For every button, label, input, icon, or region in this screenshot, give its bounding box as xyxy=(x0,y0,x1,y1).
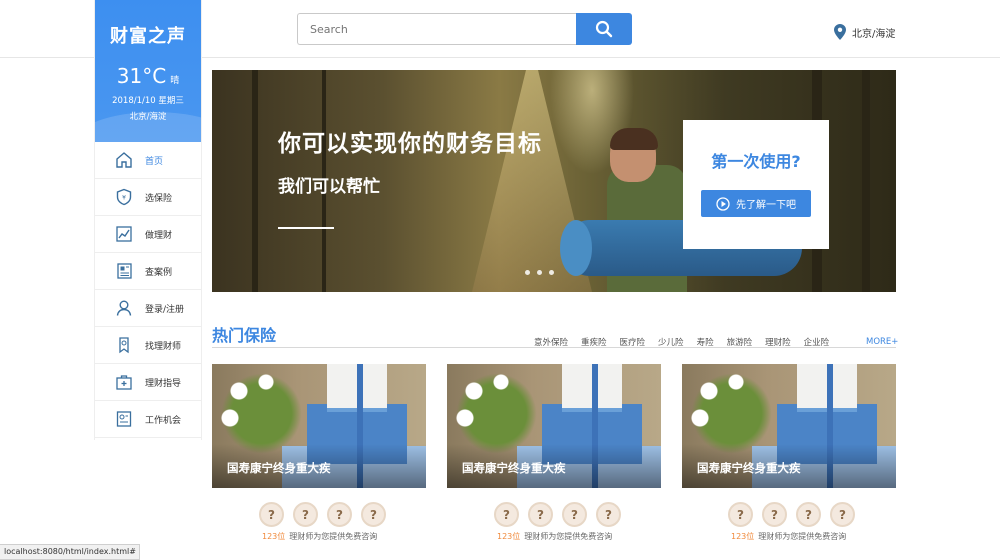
banner-tree xyxy=(862,70,870,292)
product-title: 国寿康宁终身重大疾 xyxy=(462,461,566,475)
sidebar-item-guidance[interactable]: 理财指导 xyxy=(95,364,201,401)
sidebar-item-login[interactable]: 登录/注册 xyxy=(95,290,201,327)
carousel-dot[interactable] xyxy=(537,270,542,275)
advisor-note: 123位 理财师为您提供免费咨询 xyxy=(731,531,846,542)
advisor-avatar[interactable]: ? xyxy=(327,502,352,527)
advisor-avatar[interactable]: ? xyxy=(830,502,855,527)
banner-tree xyxy=(252,70,258,292)
sidebar-item-label: 选保险 xyxy=(145,193,173,204)
carousel-dots xyxy=(525,270,554,275)
advisor-avatars: ? ? ? ? xyxy=(494,502,621,527)
sidebar-item-label: 找理财师 xyxy=(145,341,182,352)
sidebar-item-cases[interactable]: 查案例 xyxy=(95,253,201,290)
advisor-count: 123位 xyxy=(731,532,755,541)
shield-icon: ¥ xyxy=(115,188,133,206)
product-card[interactable]: 国寿康宁终身重大疾 xyxy=(212,364,426,488)
briefcase-icon xyxy=(115,373,133,391)
card-image-flowers xyxy=(682,364,772,454)
sidebar-item-label: 查案例 xyxy=(145,267,173,278)
sidebar-item-label: 理财指导 xyxy=(145,378,182,389)
section-title-hot-insurance: 热门保险 xyxy=(212,326,277,345)
carousel-dot[interactable] xyxy=(525,270,530,275)
card-image-flowers xyxy=(447,364,537,454)
card-image-flowers xyxy=(212,364,302,454)
svg-text:¥: ¥ xyxy=(122,195,126,202)
search-bar xyxy=(297,13,632,45)
sidebar-item-insurance[interactable]: ¥ 选保险 xyxy=(95,179,201,216)
advisor-avatar[interactable]: ? xyxy=(728,502,753,527)
site-logo[interactable]: 财富之声 xyxy=(95,0,201,48)
sidebar-item-finance[interactable]: 做理财 xyxy=(95,216,201,253)
hero-banner[interactable]: 你可以实现你的财务目标 我们可以帮忙 第一次使用? 先了解一下吧 xyxy=(212,70,896,292)
map-pin-icon xyxy=(834,24,846,40)
learn-more-button[interactable]: 先了解一下吧 xyxy=(701,190,811,217)
sidebar-menu: 首页 ¥ 选保险 做理财 查案例 登录/注册 找理财师 理财指导 工作机会 xyxy=(95,142,201,438)
weather-condition: 晴 xyxy=(170,76,180,86)
current-date: 2018/1/10 星期三 xyxy=(112,96,184,106)
product-title: 国寿康宁终身重大疾 xyxy=(227,461,331,475)
newspaper-icon xyxy=(115,262,133,280)
advisor-avatar[interactable]: ? xyxy=(796,502,821,527)
advisor-count: 123位 xyxy=(262,532,286,541)
more-link[interactable]: MORE+ xyxy=(866,337,898,347)
advisor-avatar[interactable]: ? xyxy=(361,502,386,527)
weather-widget: 31°C 晴 xyxy=(95,64,201,88)
banner-hiker-hair xyxy=(610,128,658,150)
temperature: 31°C xyxy=(116,64,167,88)
brand-panel: 财富之声 31°C 晴 2018/1/10 星期三 北京/海淀 xyxy=(95,0,201,142)
chart-icon xyxy=(115,225,133,243)
advisor-icon xyxy=(115,336,133,354)
advisor-avatar[interactable]: ? xyxy=(293,502,318,527)
first-visit-title: 第一次使用? xyxy=(711,152,801,171)
job-icon xyxy=(115,410,133,428)
sidebar-item-label: 登录/注册 xyxy=(145,304,185,315)
advisor-avatar[interactable]: ? xyxy=(259,502,284,527)
advisor-avatar[interactable]: ? xyxy=(528,502,553,527)
advisor-note: 123位 理财师为您提供免费咨询 xyxy=(262,531,377,542)
play-icon xyxy=(716,196,730,211)
banner-subline: 我们可以帮忙 xyxy=(278,177,380,197)
product-card[interactable]: 国寿康宁终身重大疾 xyxy=(682,364,896,488)
search-icon xyxy=(595,20,613,38)
advisor-count: 123位 xyxy=(497,532,521,541)
advisor-avatar[interactable]: ? xyxy=(596,502,621,527)
first-visit-card: 第一次使用? 先了解一下吧 xyxy=(683,120,829,249)
product-card[interactable]: 国寿康宁终身重大疾 xyxy=(447,364,661,488)
advisor-avatar[interactable]: ? xyxy=(494,502,519,527)
advisor-avatar[interactable]: ? xyxy=(562,502,587,527)
advisor-text: 理财师为您提供免费咨询 xyxy=(758,532,847,541)
sidebar-item-jobs[interactable]: 工作机会 xyxy=(95,401,201,438)
product-title: 国寿康宁终身重大疾 xyxy=(697,461,801,475)
sidebar-item-advisor[interactable]: 找理财师 xyxy=(95,327,201,364)
sidebar-item-home[interactable]: 首页 xyxy=(95,142,201,179)
sidebar: 财富之声 31°C 晴 2018/1/10 星期三 北京/海淀 首页 ¥ 选保险… xyxy=(94,0,202,440)
sidebar-item-label: 首页 xyxy=(145,156,164,167)
advisor-text: 理财师为您提供免费咨询 xyxy=(289,532,378,541)
user-icon xyxy=(115,299,133,317)
advisor-text: 理财师为您提供免费咨询 xyxy=(524,532,613,541)
advisor-avatars: ? ? ? ? xyxy=(259,502,386,527)
carousel-dot[interactable] xyxy=(549,270,554,275)
sidebar-item-label: 工作机会 xyxy=(145,415,182,426)
sidebar-item-label: 做理财 xyxy=(145,230,173,241)
location-selector[interactable]: 北京/海淀 xyxy=(834,24,895,40)
banner-sleeping-mat-end xyxy=(560,220,592,276)
browser-status-url: localhost:8080/html/index.html# xyxy=(0,544,140,560)
decorative-wave xyxy=(95,112,201,142)
advisor-avatars: ? ? ? ? xyxy=(728,502,855,527)
search-button[interactable] xyxy=(576,13,632,45)
location-label: 北京/海淀 xyxy=(852,28,896,40)
search-input[interactable] xyxy=(297,13,577,45)
banner-headline: 你可以实现你的财务目标 xyxy=(278,131,542,157)
section-divider xyxy=(212,347,896,348)
advisor-note: 123位 理财师为您提供免费咨询 xyxy=(497,531,612,542)
home-icon xyxy=(115,151,133,169)
learn-more-label: 先了解一下吧 xyxy=(736,200,796,211)
banner-divider xyxy=(278,227,334,229)
advisor-avatar[interactable]: ? xyxy=(762,502,787,527)
